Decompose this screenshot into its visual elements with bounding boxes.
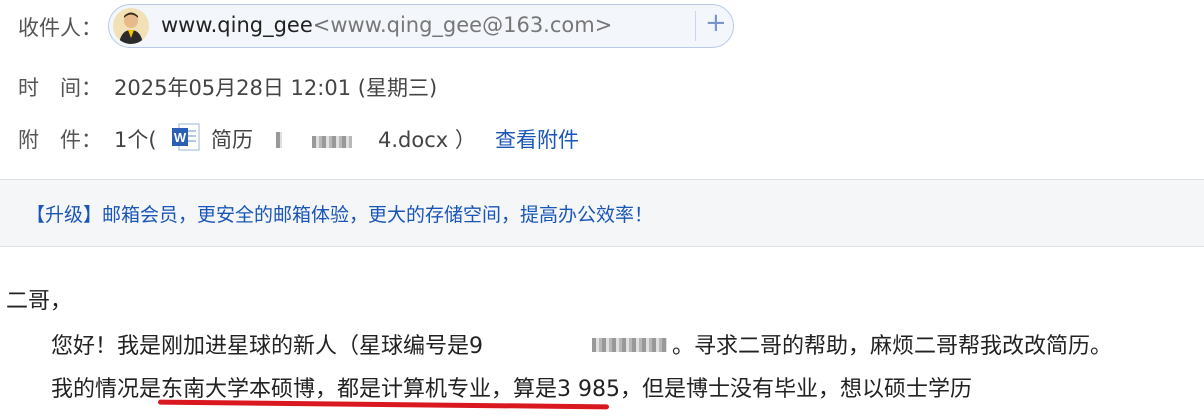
redacted-block <box>592 338 667 352</box>
svg-text:W: W <box>174 130 187 145</box>
plus-icon[interactable]: + <box>705 8 727 38</box>
recipient-chip[interactable]: www.qing_gee<www.qing_gee@163.com> + <box>108 4 734 48</box>
attachment-count: 1个( <box>114 128 157 152</box>
time-label: 时 间： <box>18 76 102 100</box>
body-line-2: 我的情况是东南大学本硕博，都是计算机专业，算是3 985，但是博士没有毕业，想以… <box>51 377 972 402</box>
redacted-block <box>276 132 282 148</box>
recipient-name-line: www.qing_gee<www.qing_gee@163.com> <box>161 13 612 37</box>
time-value: 2025年05月28日 12:01 (星期三) <box>114 76 438 100</box>
attachment-file-prefix: 简历 <box>211 128 253 152</box>
greeting: 二哥， <box>6 289 73 314</box>
recipient-email: <www.qing_gee@163.com> <box>312 13 613 37</box>
chip-divider <box>695 11 696 41</box>
avatar <box>113 8 149 44</box>
word-doc-icon: W <box>171 122 201 152</box>
attachment-file-suffix: 4.docx ） <box>378 128 476 152</box>
body-line-1b: 。寻求二哥的帮助，麻烦二哥帮我改改简历。 <box>672 334 1113 359</box>
recipient-name: www.qing_gee <box>161 13 313 37</box>
upgrade-banner[interactable]: 【升级】邮箱会员，更安全的邮箱体验，更大的存储空间，提高办公效率！ <box>0 179 1204 247</box>
body-line-1a: 您好！我是刚加进星球的新人（星球编号是9 <box>51 334 483 359</box>
view-attachment-link[interactable]: 查看附件 <box>495 124 579 154</box>
banner-text[interactable]: 【升级】邮箱会员，更安全的邮箱体验，更大的存储空间，提高办公效率！ <box>26 200 653 227</box>
attachment-label: 附 件： <box>18 128 102 152</box>
recipient-label: 收件人： <box>18 16 102 40</box>
redacted-block <box>312 136 352 148</box>
